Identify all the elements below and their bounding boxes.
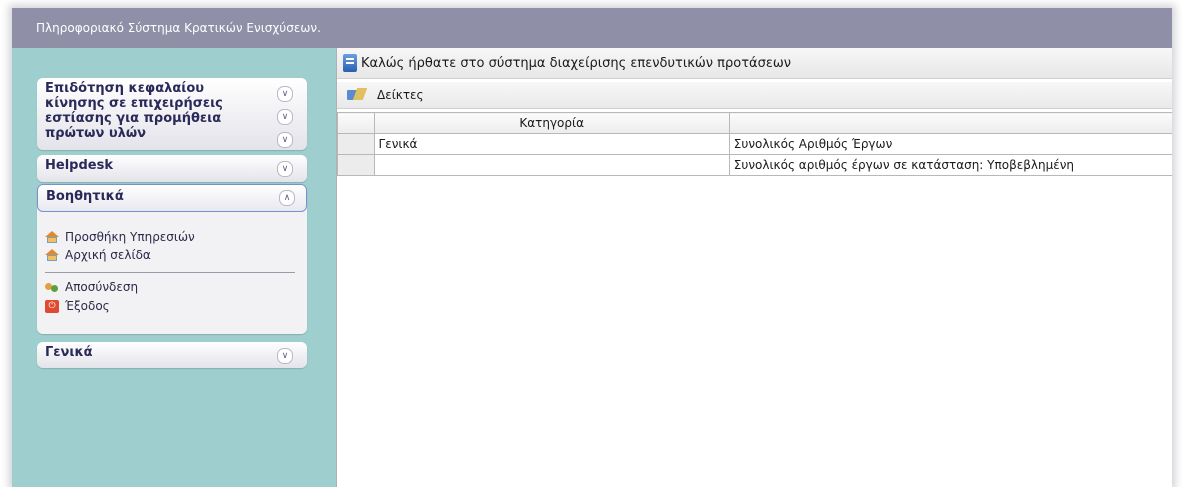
table-cell-description[interactable]: Συνολικός Αριθμός Έργων: [728, 133, 1172, 155]
panel-title-helpdesk[interactable]: Helpdesk: [45, 158, 113, 173]
sidebar-panel-utilities: Βοηθητικά ∧ Προσθήκη Υπηρεσιών Αρχική σε…: [37, 184, 307, 334]
table-row[interactable]: Γενικά Συνολικός Αριθμός Έργων: [337, 133, 1172, 155]
menu-item-logout[interactable]: Αποσύνδεση: [45, 280, 138, 294]
panel-header-utilities[interactable]: Βοηθητικά ∧: [37, 184, 307, 212]
table-cell-description[interactable]: Συνολικός αριθμός έργων σε κατάσταση: Υπ…: [728, 154, 1172, 176]
column-header-selector[interactable]: [337, 112, 375, 134]
chevron-down-icon[interactable]: ∨: [277, 348, 293, 364]
column-header-category[interactable]: Κατηγορία: [373, 112, 730, 134]
chevron-down-icon[interactable]: ∨: [277, 161, 293, 177]
section-title: Δείκτες: [377, 88, 424, 102]
chevron-up-icon[interactable]: ∧: [279, 190, 295, 206]
table-cell-category[interactable]: Γενικά: [373, 133, 730, 155]
panel-title-general[interactable]: Γενικά: [45, 345, 93, 360]
app-header: Πληροφοριακό Σύστημα Κρατικών Ενισχύσεων…: [12, 8, 1172, 48]
menu-item-exit[interactable]: ⏻ Έξοδος: [45, 299, 110, 313]
welcome-bar: Καλώς ήρθατε στο σύστημα διαχείρισης επε…: [337, 48, 1172, 79]
section-header: Δείκτες: [337, 82, 1172, 109]
document-icon: [343, 54, 357, 72]
table-row[interactable]: Συνολικός αριθμός έργων σε κατάσταση: Υπ…: [337, 154, 1172, 176]
sidebar-panel-general[interactable]: Γενικά ∨: [37, 342, 307, 368]
chevron-down-icon[interactable]: ∨: [277, 132, 293, 148]
table-cell-category[interactable]: [373, 154, 730, 176]
main-content: Καλώς ήρθατε στο σύστημα διαχείρισης επε…: [336, 48, 1172, 487]
menu-item-label[interactable]: Αρχική σελίδα: [65, 248, 151, 262]
sidebar-panel-helpdesk[interactable]: Helpdesk ∨: [37, 155, 307, 182]
app-window: Πληροφοριακό Σύστημα Κρατικών Ενισχύσεων…: [12, 8, 1172, 487]
menu-divider: [45, 272, 295, 273]
power-icon: ⏻: [45, 299, 59, 313]
users-icon: [45, 281, 59, 293]
sidebar-panel-subsidy[interactable]: Επιδότηση κεφαλαίου κίνησης σε επιχειρήσ…: [37, 78, 307, 150]
app-title: Πληροφοριακό Σύστημα Κρατικών Ενισχύσεων…: [36, 21, 321, 35]
sidebar: Επιδότηση κεφαλαίου κίνησης σε επιχειρήσ…: [12, 48, 336, 487]
menu-item-label[interactable]: Αποσύνδεση: [65, 280, 138, 294]
menu-item-add-services[interactable]: Προσθήκη Υπηρεσιών: [45, 230, 195, 244]
chevron-down-icon[interactable]: ∨: [277, 86, 293, 102]
table-header-row: Κατηγορία: [337, 112, 1172, 134]
row-selector[interactable]: [337, 133, 375, 155]
indicators-table: Κατηγορία Γενικά Συνολικός Αριθμός Έργων…: [337, 112, 1172, 176]
menu-item-label[interactable]: Έξοδος: [65, 299, 110, 313]
house-icon: [45, 249, 59, 261]
welcome-text: Καλώς ήρθατε στο σύστημα διαχείρισης επε…: [361, 55, 792, 71]
row-selector[interactable]: [337, 154, 375, 176]
column-header-description[interactable]: [728, 112, 1172, 134]
indicators-icon: [347, 88, 368, 102]
menu-item-home[interactable]: Αρχική σελίδα: [45, 248, 151, 262]
menu-item-label[interactable]: Προσθήκη Υπηρεσιών: [65, 230, 195, 244]
house-icon: [45, 231, 59, 243]
chevron-down-icon[interactable]: ∨: [277, 109, 293, 125]
panel-title-subsidy[interactable]: Επιδότηση κεφαλαίου κίνησης σε επιχειρήσ…: [45, 81, 265, 141]
panel-title-utilities[interactable]: Βοηθητικά: [46, 189, 124, 204]
